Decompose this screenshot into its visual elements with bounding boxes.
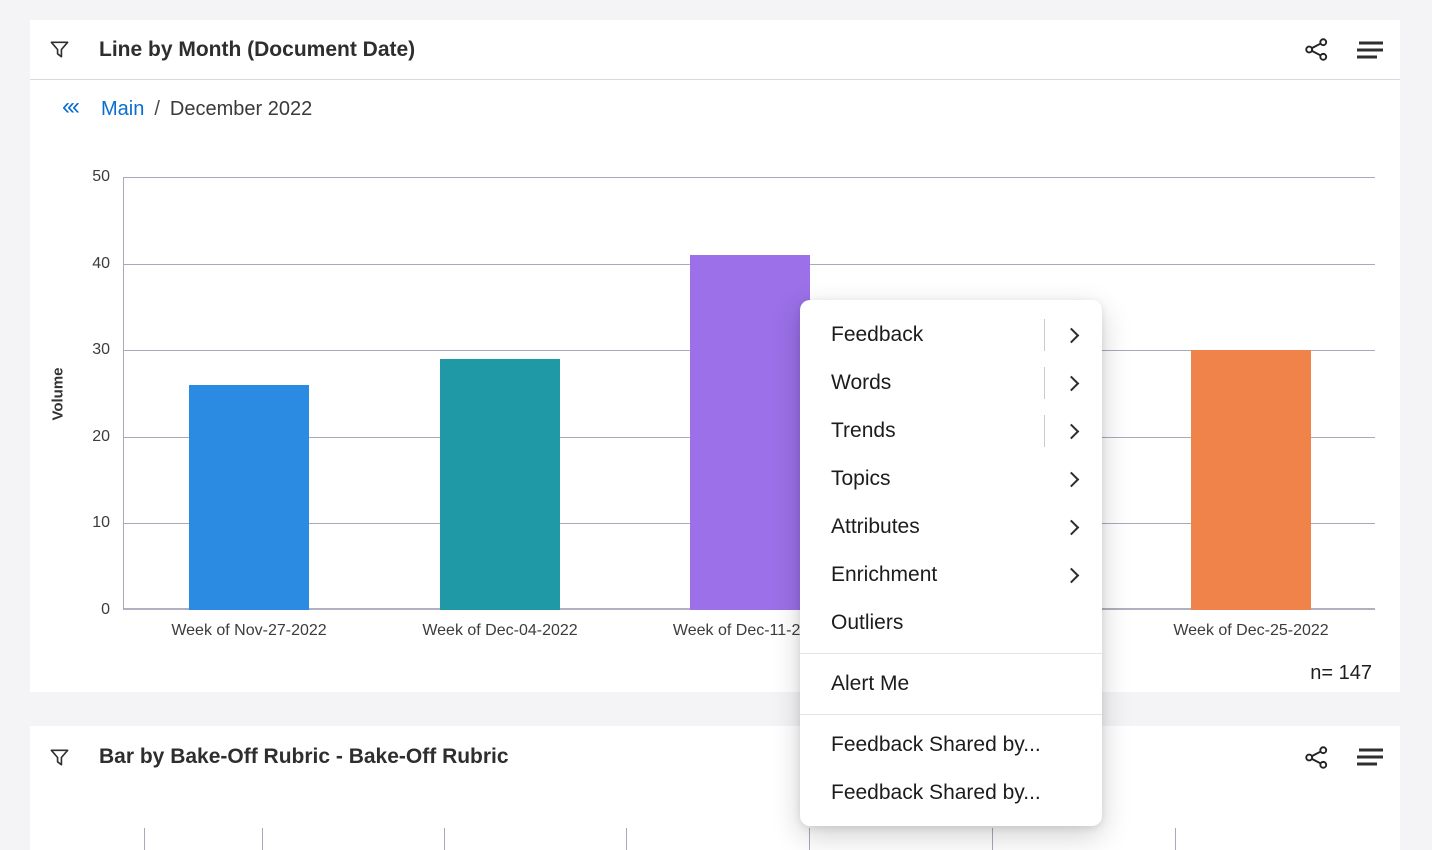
menu-item-words[interactable]: Words bbox=[800, 359, 1102, 407]
menu-item-label: Feedback Shared by... bbox=[831, 733, 1080, 757]
bar-widget-header: Bar by Bake-Off Rubric - Bake-Off Rubric bbox=[30, 726, 1400, 788]
vertical-gridline bbox=[262, 828, 263, 850]
y-tick-label: 30 bbox=[92, 341, 110, 359]
vertical-gridline bbox=[626, 828, 627, 850]
line-widget-title: Line by Month (Document Date) bbox=[99, 38, 415, 62]
bar-week-of-dec-04-2022[interactable] bbox=[440, 359, 560, 610]
chevron-right-icon bbox=[1064, 567, 1080, 583]
breadcrumb-collapse-icon[interactable]: ‹‹‹ bbox=[62, 95, 77, 123]
menu-item-alert-me[interactable]: Alert Me bbox=[800, 660, 1102, 708]
menu-item-outliers[interactable]: Outliers bbox=[800, 599, 1102, 647]
line-widget-actions bbox=[1303, 36, 1384, 63]
bar-week-of-dec-11-2022[interactable] bbox=[690, 255, 810, 610]
line-widget-panel: Line by Month (Document Date) ‹‹‹ Main bbox=[30, 20, 1400, 692]
menu-icon[interactable] bbox=[1356, 747, 1384, 767]
bar-chart-plot-area: Volume 01020304050Week of Nov-27-2022Wee… bbox=[123, 177, 1375, 610]
menu-item-label: Topics bbox=[831, 467, 1066, 491]
filter-icon[interactable] bbox=[48, 38, 71, 61]
share-icon[interactable] bbox=[1303, 744, 1330, 771]
breadcrumb-link-main[interactable]: Main bbox=[101, 98, 144, 121]
x-tick-label: Week of Dec-04-2022 bbox=[422, 622, 577, 640]
menu-icon[interactable] bbox=[1356, 40, 1384, 60]
chevron-right-icon bbox=[1064, 375, 1080, 391]
breadcrumb-current: December 2022 bbox=[170, 98, 312, 121]
menu-item-label: Feedback Shared by... bbox=[831, 781, 1080, 805]
breadcrumb-separator: / bbox=[154, 98, 160, 121]
y-tick-label: 10 bbox=[92, 514, 110, 532]
sample-size-label: n= 147 bbox=[1310, 662, 1372, 685]
menu-item-label: Enrichment bbox=[831, 563, 1066, 587]
x-tick-label: Week of Dec-25-2022 bbox=[1173, 622, 1328, 640]
chevron-right-icon bbox=[1064, 471, 1080, 487]
y-tick-label: 50 bbox=[92, 168, 110, 186]
menu-item-separator bbox=[1044, 319, 1045, 351]
menu-divider bbox=[800, 714, 1102, 715]
chevron-right-icon bbox=[1064, 519, 1080, 535]
chevron-right-icon bbox=[1064, 327, 1080, 343]
menu-item-label: Outliers bbox=[831, 611, 1080, 635]
menu-item-topics[interactable]: Topics bbox=[800, 455, 1102, 503]
menu-divider bbox=[800, 653, 1102, 654]
menu-item-feedback-shared-by[interactable]: Feedback Shared by... bbox=[800, 721, 1102, 769]
vertical-gridline bbox=[992, 828, 993, 850]
bar-widget-actions bbox=[1303, 744, 1384, 771]
y-tick-label: 40 bbox=[92, 255, 110, 273]
y-tick-label: 20 bbox=[92, 428, 110, 446]
vertical-gridline bbox=[144, 828, 145, 850]
menu-item-feedback-shared-by[interactable]: Feedback Shared by... bbox=[800, 769, 1102, 817]
menu-item-label: Feedback bbox=[831, 323, 1044, 347]
bar-widget-title: Bar by Bake-Off Rubric - Bake-Off Rubric bbox=[99, 745, 509, 769]
y-tick-label: 0 bbox=[101, 601, 110, 619]
x-tick-label: Week of Nov-27-2022 bbox=[171, 622, 326, 640]
vertical-gridline bbox=[809, 828, 810, 850]
bar-widget-panel: Bar by Bake-Off Rubric - Bake-Off Rubric bbox=[30, 726, 1400, 850]
share-icon[interactable] bbox=[1303, 36, 1330, 63]
bar-week-of-dec-25-2022[interactable] bbox=[1191, 350, 1311, 610]
menu-item-enrichment[interactable]: Enrichment bbox=[800, 551, 1102, 599]
gridline-y-50 bbox=[124, 177, 1375, 178]
y-axis-label: Volume bbox=[50, 367, 67, 420]
breadcrumb: ‹‹‹ Main / December 2022 bbox=[30, 80, 312, 138]
line-widget-header: Line by Month (Document Date) bbox=[30, 20, 1400, 80]
menu-item-trends[interactable]: Trends bbox=[800, 407, 1102, 455]
filter-icon[interactable] bbox=[48, 746, 71, 769]
bar-week-of-nov-27-2022[interactable] bbox=[189, 385, 309, 610]
chevron-right-icon bbox=[1064, 423, 1080, 439]
dashboard-screen: Line by Month (Document Date) ‹‹‹ Main bbox=[0, 0, 1432, 850]
menu-item-label: Trends bbox=[831, 419, 1044, 443]
vertical-gridline bbox=[1175, 828, 1176, 850]
menu-item-label: Alert Me bbox=[831, 672, 1080, 696]
menu-item-feedback[interactable]: Feedback bbox=[800, 311, 1102, 359]
menu-item-separator bbox=[1044, 415, 1045, 447]
context-menu: Feedback Words Trends Topics Attributes Enric… bbox=[800, 300, 1102, 826]
vertical-gridline bbox=[444, 828, 445, 850]
menu-item-attributes[interactable]: Attributes bbox=[800, 503, 1102, 551]
menu-item-label: Words bbox=[831, 371, 1044, 395]
menu-item-label: Attributes bbox=[831, 515, 1066, 539]
menu-item-separator bbox=[1044, 367, 1045, 399]
